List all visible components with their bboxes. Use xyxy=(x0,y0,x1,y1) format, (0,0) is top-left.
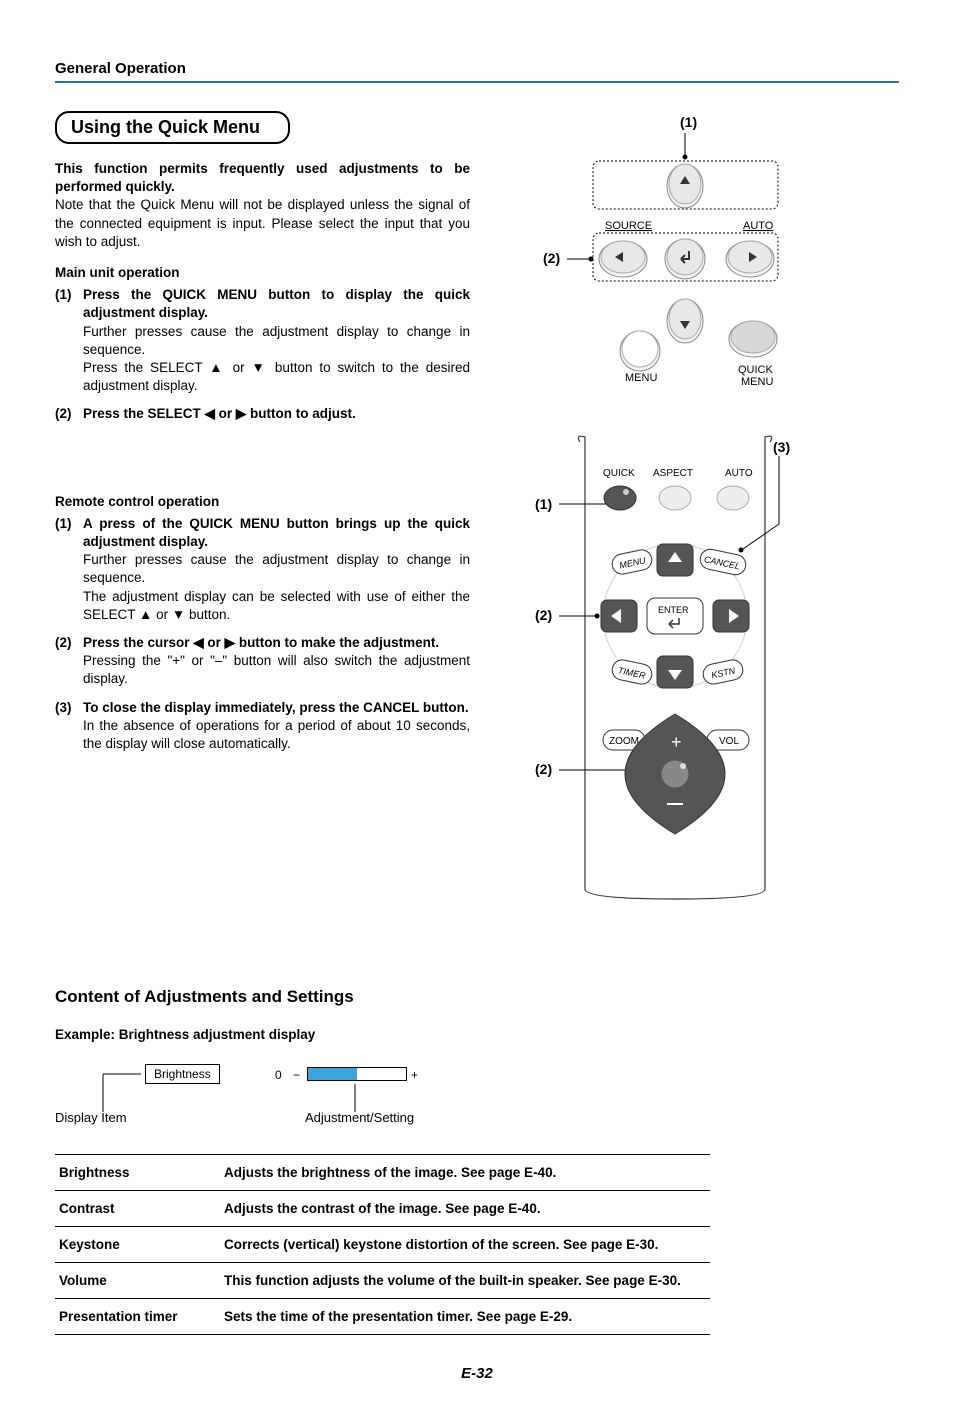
step-number: (1) xyxy=(55,286,83,395)
setting-desc: Adjusts the brightness of the image. See… xyxy=(220,1155,710,1191)
step-body: Further presses cause the adjustment dis… xyxy=(83,324,470,357)
table-row: Brightness Adjusts the brightness of the… xyxy=(55,1155,710,1191)
step-head: A press of the QUICK MENU button brings … xyxy=(83,516,470,549)
setting-desc: Sets the time of the presentation timer.… xyxy=(220,1299,710,1335)
page-title: Using the Quick Menu xyxy=(55,111,290,144)
zero-label: 0 xyxy=(275,1068,282,1082)
main-unit-steps: (1) Press the QUICK MENU button to displ… xyxy=(55,286,470,424)
step-head: Press the QUICK MENU button to display t… xyxy=(83,287,470,320)
svg-text:+: + xyxy=(671,732,682,752)
step-body: Press the SELECT ▲ or ▼ button to switch… xyxy=(83,360,470,393)
label-quickmenu: MENU xyxy=(741,376,773,388)
step-head: To close the display immediately, press … xyxy=(83,700,469,715)
svg-text:(2): (2) xyxy=(535,607,552,623)
svg-text:(3): (3) xyxy=(773,439,790,455)
setting-name: Keystone xyxy=(55,1227,220,1263)
label-menu: MENU xyxy=(625,372,657,384)
svg-text:ASPECT: ASPECT xyxy=(653,468,693,479)
step-item: (1) Press the QUICK MENU button to displ… xyxy=(55,286,470,395)
setting-desc: This function adjusts the volume of the … xyxy=(220,1263,710,1299)
svg-text:(2): (2) xyxy=(535,761,552,777)
step-item: (2) Press the cursor ◀ or ▶ button to ma… xyxy=(55,634,470,689)
label-quick: QUICK xyxy=(738,364,774,376)
adj-setting-label: Adjustment/Setting xyxy=(305,1110,414,1125)
display-item-label: Display Item xyxy=(55,1110,127,1125)
step-number: (3) xyxy=(55,699,83,754)
setting-name: Presentation timer xyxy=(55,1299,220,1335)
label-auto: AUTO xyxy=(743,220,774,232)
example-label: Example: Brightness adjustment display xyxy=(55,1027,899,1042)
plus-label: + xyxy=(411,1068,418,1082)
table-row: Presentation timer Sets the time of the … xyxy=(55,1299,710,1335)
setting-name: Brightness xyxy=(55,1155,220,1191)
page-number: E-32 xyxy=(55,1365,899,1382)
step-body: Pressing the "+" or "–" button will also… xyxy=(83,653,470,686)
table-row: Volume This function adjusts the volume … xyxy=(55,1263,710,1299)
settings-table: Brightness Adjusts the brightness of the… xyxy=(55,1154,710,1335)
minus-label: − xyxy=(293,1068,300,1082)
slider xyxy=(307,1067,407,1081)
diagram-remote: (3) (1) (2) (2) QUICK ASPECT A xyxy=(525,434,825,907)
step-head: Press the cursor ◀ or ▶ button to make t… xyxy=(83,635,439,650)
step-body: In the absence of operations for a perio… xyxy=(83,718,470,751)
remote-heading: Remote control operation xyxy=(55,494,470,509)
callout-1: (1) xyxy=(680,114,697,130)
label-source: SOURCE xyxy=(605,220,652,232)
svg-text:(1): (1) xyxy=(535,496,552,512)
step-head: Press the SELECT ◀ or ▶ button to adjust… xyxy=(83,406,356,421)
setting-desc: Adjusts the contrast of the image. See p… xyxy=(220,1191,710,1227)
step-number: (2) xyxy=(55,634,83,689)
remote-steps: (1) A press of the QUICK MENU button bri… xyxy=(55,515,470,754)
intro-lead: This function permits frequently used ad… xyxy=(55,161,470,194)
step-item: (3) To close the display immediately, pr… xyxy=(55,699,470,754)
main-unit-heading: Main unit operation xyxy=(55,265,470,280)
section-header: General Operation xyxy=(55,60,899,83)
svg-text:QUICK: QUICK xyxy=(603,468,635,479)
svg-text:VOL: VOL xyxy=(719,736,739,747)
step-number: (2) xyxy=(55,405,83,423)
step-item: (1) A press of the QUICK MENU button bri… xyxy=(55,515,470,624)
step-number: (1) xyxy=(55,515,83,624)
svg-text:AUTO: AUTO xyxy=(725,468,753,479)
setting-name: Volume xyxy=(55,1263,220,1299)
svg-text:ENTER: ENTER xyxy=(658,605,689,615)
step-body: The adjustment display can be selected w… xyxy=(83,589,470,622)
setting-desc: Corrects (vertical) keystone distortion … xyxy=(220,1227,710,1263)
table-row: Keystone Corrects (vertical) keystone di… xyxy=(55,1227,710,1263)
step-body: Further presses cause the adjustment dis… xyxy=(83,552,470,585)
brightness-box: Brightness xyxy=(145,1064,220,1084)
callout-2: (2) xyxy=(543,250,560,266)
svg-text:ZOOM: ZOOM xyxy=(609,736,639,747)
intro-note: Note that the Quick Menu will not be dis… xyxy=(55,197,470,248)
setting-name: Contrast xyxy=(55,1191,220,1227)
content-title: Content of Adjustments and Settings xyxy=(55,987,899,1007)
diagram-main-unit: (1) (2) SOURCE AUTO MENU QUICK MENU xyxy=(525,111,825,404)
table-row: Contrast Adjusts the contrast of the ima… xyxy=(55,1191,710,1227)
brightness-label: Brightness xyxy=(154,1067,211,1081)
step-item: (2) Press the SELECT ◀ or ▶ button to ad… xyxy=(55,405,470,423)
